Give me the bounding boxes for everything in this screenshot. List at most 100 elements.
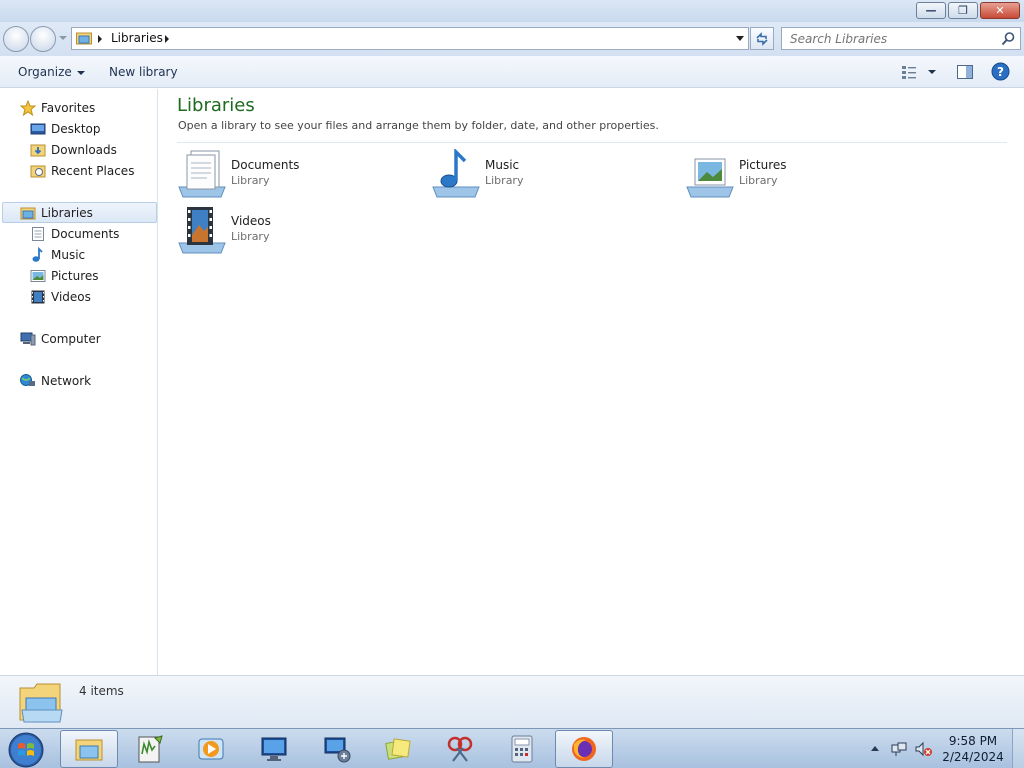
taskbar-windows-explorer[interactable] [60, 730, 118, 768]
media-player-icon [198, 738, 224, 760]
breadcrumb-libraries[interactable]: Libraries [111, 31, 163, 45]
chevron-down-icon [76, 70, 85, 75]
view-options-icon [902, 66, 916, 79]
change-view-button[interactable] [901, 64, 939, 80]
downloads-folder-icon [30, 144, 46, 156]
nav-network[interactable]: Network [20, 370, 91, 391]
recent-places-icon [30, 165, 46, 177]
help-button[interactable]: ? [991, 62, 1010, 81]
window-controls: — ❐ ✕ [916, 2, 1020, 19]
nav-item-pictures[interactable]: Pictures [30, 265, 99, 286]
address-bar[interactable]: Libraries [71, 27, 749, 50]
snipping-tool-icon [447, 736, 473, 762]
nav-libraries[interactable]: Libraries [2, 202, 157, 223]
library-type: Library [231, 230, 270, 243]
chevron-down-icon [928, 70, 936, 74]
library-tile-music[interactable]: Music Library [431, 149, 681, 201]
pictures-library-icon [686, 158, 734, 198]
forward-button[interactable] [30, 26, 56, 52]
search-input[interactable] [782, 28, 992, 49]
libraries-folder-icon [19, 683, 63, 723]
volume-muted-icon[interactable] [915, 741, 933, 757]
new-library-button[interactable]: New library [109, 65, 178, 79]
taskbar-media-player[interactable] [182, 730, 240, 768]
search-icon[interactable] [1000, 31, 1016, 47]
nav-favorites[interactable]: Favorites [20, 97, 95, 118]
clock-time: 9:58 PM [948, 734, 998, 748]
nav-item-documents[interactable]: Documents [30, 223, 119, 244]
organize-label: Organize [18, 65, 72, 79]
content-pane: Libraries Open a library to see your fil… [159, 89, 1024, 675]
videos-icon [31, 290, 45, 303]
music-library-icon [432, 149, 480, 198]
nav-item-desktop[interactable]: Desktop [30, 118, 101, 139]
navigation-pane: Favorites Desktop Downloads Recent Place… [0, 89, 158, 675]
refresh-icon [756, 31, 768, 46]
firefox-icon [572, 737, 596, 761]
maximize-button[interactable]: ❐ [948, 2, 978, 19]
remote-desktop-icon [261, 737, 287, 761]
close-button[interactable]: ✕ [980, 2, 1020, 19]
nav-item-music[interactable]: Music [30, 244, 85, 265]
library-name: Music [485, 158, 520, 172]
address-row: Libraries [0, 22, 1024, 56]
show-desktop-button[interactable] [1012, 729, 1024, 768]
organize-button[interactable]: Organize [18, 65, 85, 79]
library-name: Pictures [739, 158, 787, 172]
help-icon: ? [991, 62, 1010, 81]
nav-item-label: Desktop [51, 121, 101, 136]
address-history-dropdown-icon[interactable] [736, 36, 744, 41]
refresh-button[interactable] [750, 27, 774, 50]
divider [177, 142, 1007, 143]
nav-item-downloads[interactable]: Downloads [30, 139, 117, 160]
library-tile-videos[interactable]: Videos Library [177, 205, 427, 257]
taskbar-firefox[interactable] [555, 730, 613, 768]
details-pane: 4 items [0, 675, 1024, 728]
preview-pane-button[interactable] [956, 63, 974, 81]
taskbar-network-computer[interactable] [308, 730, 366, 768]
show-hidden-icons-icon[interactable] [871, 746, 879, 751]
taskbar-snipping-tool[interactable] [431, 730, 489, 768]
sticky-notes-icon [385, 738, 411, 760]
search-box[interactable] [781, 27, 1021, 50]
library-tile-pictures[interactable]: Pictures Library [685, 149, 935, 201]
breadcrumb-child-arrow-icon[interactable] [165, 35, 169, 43]
calculator-icon [511, 735, 533, 763]
pictures-icon [30, 269, 46, 282]
restore-icon: ❐ [958, 4, 968, 17]
documents-library-icon [178, 150, 226, 198]
library-tile-documents[interactable]: Documents Library [177, 149, 427, 201]
network-computer-icon [324, 737, 351, 763]
clock-date: 2/24/2024 [942, 750, 1004, 764]
back-button[interactable] [3, 26, 29, 52]
recent-pages-dropdown-icon[interactable] [59, 36, 67, 40]
libraries-folder-icon [20, 207, 36, 219]
svg-text:?: ? [997, 65, 1004, 79]
taskbar-remote-desktop[interactable] [245, 730, 303, 768]
taskbar-notepad-plus-plus[interactable] [121, 730, 179, 768]
nav-network-label: Network [41, 373, 92, 388]
library-type: Library [231, 174, 270, 187]
command-bar: Organize New library ? [0, 56, 1024, 88]
nav-item-label: Recent Places [51, 163, 135, 178]
taskbar: 9:58 PM 2/24/2024 [0, 728, 1024, 768]
clock[interactable]: 9:58 PM 2/24/2024 [938, 733, 1008, 765]
notepad-plus-plus-icon [138, 735, 163, 763]
documents-icon [32, 226, 44, 241]
nav-item-label: Documents [51, 226, 120, 241]
desktop-icon [30, 123, 46, 134]
start-button[interactable] [6, 731, 46, 768]
breadcrumb-root-arrow-icon[interactable] [98, 35, 102, 43]
minimize-button[interactable]: — [916, 2, 946, 19]
taskbar-sticky-notes[interactable] [369, 730, 427, 768]
nav-item-videos[interactable]: Videos [30, 286, 91, 307]
videos-library-icon [178, 207, 226, 254]
nav-computer[interactable]: Computer [20, 328, 101, 349]
star-icon [20, 99, 36, 116]
taskbar-calculator[interactable] [493, 730, 551, 768]
network-status-icon[interactable] [891, 741, 907, 757]
item-count: 4 items [79, 684, 124, 698]
libraries-folder-icon [76, 32, 92, 45]
nav-item-label: Pictures [51, 268, 99, 283]
nav-item-recent-places[interactable]: Recent Places [30, 160, 134, 181]
